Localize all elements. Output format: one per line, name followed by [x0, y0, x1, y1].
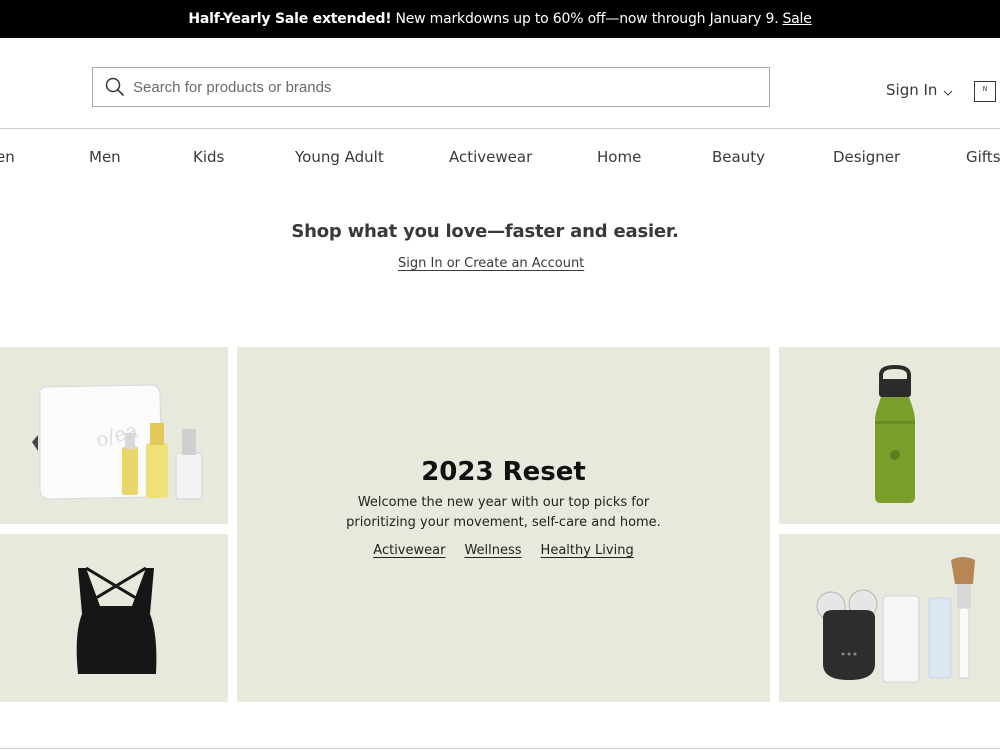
- feature-text-line2: prioritizing your movement, self-care an…: [346, 515, 661, 530]
- nav-item-young-adult[interactable]: Young Adult: [295, 148, 384, 166]
- nav-item-beauty[interactable]: Beauty: [712, 148, 765, 166]
- nav-item-designer[interactable]: Designer: [833, 148, 900, 166]
- product-tile-crop-top[interactable]: [0, 534, 228, 702]
- product-tile-face-device[interactable]: [779, 534, 1000, 702]
- nav-item-gifts[interactable]: Gifts: [966, 148, 1000, 166]
- water-bottle-image: [875, 364, 915, 503]
- feature-title: 2023 Reset: [421, 457, 586, 487]
- feature-description: Welcome the new year with our top picks …: [237, 493, 770, 533]
- sign-in-label: Sign In: [886, 81, 938, 99]
- feature-links: Activewear Wellness Healthy Living: [237, 543, 770, 558]
- bag-letter: N: [982, 85, 988, 93]
- category-nav: en Men Kids Young Adult Activewear Home …: [0, 148, 1000, 170]
- skincare-kit-image: o/ea: [32, 384, 203, 500]
- sign-in-menu[interactable]: Sign In: [886, 80, 953, 100]
- nav-item-kids[interactable]: Kids: [193, 148, 224, 166]
- face-device-image: [816, 557, 975, 683]
- promo-text: New markdowns up to 60% off—now through …: [395, 11, 779, 27]
- nav-item-home[interactable]: Home: [597, 148, 641, 166]
- nav-item-activewear[interactable]: Activewear: [449, 148, 532, 166]
- hero-title: Shop what you love—faster and easier.: [291, 221, 679, 242]
- feature-link-healthy-living[interactable]: Healthy Living: [541, 543, 634, 558]
- shopping-bag-icon[interactable]: N: [974, 81, 996, 102]
- feature-link-activewear[interactable]: Activewear: [373, 543, 445, 558]
- crop-top-image: [76, 566, 157, 674]
- search-box[interactable]: [92, 67, 770, 107]
- sign-in-create-account-link[interactable]: Sign In or Create an Account: [398, 256, 584, 271]
- feature-link-wellness[interactable]: Wellness: [464, 543, 521, 558]
- promo-bold: Half-Yearly Sale extended!: [188, 11, 392, 27]
- feature-tile-2023-reset: 2023 Reset Welcome the new year with our…: [237, 347, 770, 702]
- search-input[interactable]: [133, 69, 769, 105]
- feature-text-line1: Welcome the new year with our top picks …: [357, 495, 650, 510]
- footer-divider: [0, 748, 1000, 749]
- chevron-down-icon: [943, 82, 953, 100]
- header-divider: [0, 128, 1000, 129]
- nav-item-men[interactable]: Men: [89, 148, 121, 166]
- nav-item-women[interactable]: en: [0, 148, 15, 166]
- product-tile-water-bottle[interactable]: [779, 347, 1000, 524]
- search-icon[interactable]: [93, 68, 133, 106]
- promo-banner: Half-Yearly Sale extended! New markdowns…: [0, 0, 1000, 38]
- product-tile-skincare[interactable]: o/ea: [0, 347, 228, 524]
- promo-sale-link[interactable]: Sale: [782, 11, 811, 27]
